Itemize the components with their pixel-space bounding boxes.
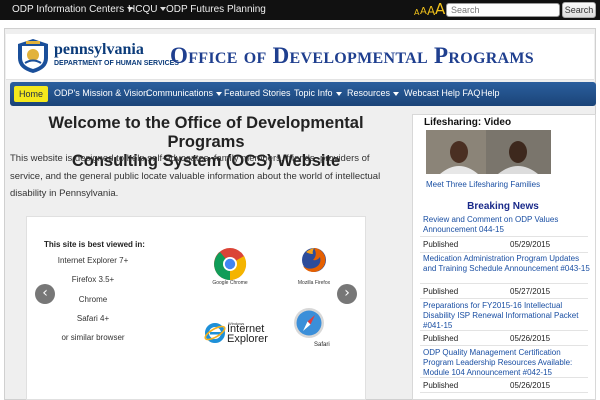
nav-label: Resources	[347, 88, 391, 98]
nav-help[interactable]: Help	[481, 82, 500, 106]
pa-logo-name: pennsylvania	[54, 41, 144, 58]
breaking-news-heading: Breaking News	[467, 201, 539, 212]
lifesharing-title: Lifesharing: Video	[424, 117, 512, 128]
news-divider	[420, 377, 588, 378]
search-input[interactable]: Search	[446, 3, 560, 17]
safari-icon	[294, 308, 324, 338]
safari-logo-label: Safari	[314, 342, 330, 348]
browser-list-item: Safari 4+	[76, 314, 110, 323]
nav-label: Topic Info	[294, 88, 333, 98]
nav-mission-vision[interactable]: ODP's Mission & Vision	[54, 82, 148, 106]
caret-down-icon	[393, 91, 400, 96]
chevron-right-icon[interactable]: ›	[337, 284, 357, 304]
font-size-small-button[interactable]: A	[420, 7, 427, 27]
news-date: 05/27/2015	[510, 287, 551, 296]
topbar-link-hcqu[interactable]: HCQU	[128, 0, 167, 20]
chrome-icon	[214, 248, 247, 281]
news-link[interactable]: Review and Comment on ODP Values Announc…	[423, 215, 591, 235]
seal-icon	[18, 39, 48, 73]
font-size-medium-button[interactable]: A	[427, 5, 435, 25]
news-published-label: Published	[423, 381, 459, 390]
firefox-logo-label: Mozilla Firefox	[297, 280, 331, 286]
ie-logo-line2: Explorer	[227, 333, 268, 345]
news-date: 05/26/2015	[510, 381, 551, 390]
topbar-link-label: ODP Information Centers	[12, 4, 125, 15]
topbar-link-label: ODP Futures Planning	[166, 4, 266, 15]
news-published-label: Published	[423, 334, 459, 343]
site-title: Office of Developmental Programs	[170, 43, 535, 68]
slider-heading: This site is best viewed in:	[44, 240, 145, 249]
chevron-left-icon[interactable]: ‹	[35, 284, 55, 304]
lifesharing-video[interactable]	[426, 130, 551, 174]
nav-featured-stories[interactable]: Featured Stories	[224, 82, 291, 106]
top-utility-bar: ODP Information Centers HCQU ODP Futures…	[0, 0, 600, 20]
news-link[interactable]: ODP Quality Management Certification Pro…	[423, 348, 591, 378]
caret-down-icon	[335, 91, 342, 96]
topbar-link-odp-information-centers[interactable]: ODP Information Centers	[12, 0, 134, 20]
news-divider	[420, 330, 588, 331]
lifesharing-link[interactable]: Meet Three Lifesharing Families	[426, 180, 540, 189]
news-date: 05/26/2015	[510, 334, 551, 343]
browser-list-item: or similar browser	[61, 333, 125, 342]
browser-list-item: Internet Explorer 7+	[57, 256, 129, 265]
caret-down-icon	[216, 91, 223, 96]
font-size-large-button[interactable]: A	[435, 2, 445, 22]
topbar-link-label: HCQU	[128, 4, 158, 15]
news-divider	[420, 392, 588, 393]
site-header: pennsylvania DEPARTMENT OF HUMAN SERVICE…	[6, 34, 594, 80]
main-nav: Home ODP's Mission & Vision Communicatio…	[10, 82, 596, 106]
intro-paragraph: This website is designed to help self-ad…	[10, 153, 381, 199]
news-divider	[420, 283, 588, 284]
font-size-smallest-button[interactable]: A	[414, 9, 419, 29]
news-link[interactable]: Medication Administration Program Update…	[423, 254, 591, 274]
search-button[interactable]: Search	[562, 2, 596, 18]
topbar-link-odp-futures-planning[interactable]: ODP Futures Planning	[166, 0, 266, 20]
nav-webcast-help-faq[interactable]: Webcast Help FAQ	[404, 82, 480, 106]
news-divider	[420, 298, 588, 299]
pa-dhs-logo[interactable]: pennsylvania DEPARTMENT OF HUMAN SERVICE…	[14, 38, 179, 76]
news-divider	[420, 345, 588, 346]
nav-home[interactable]: Home	[14, 86, 49, 102]
nav-resources[interactable]: Resources	[347, 82, 400, 106]
news-published-label: Published	[423, 287, 459, 296]
chrome-logo-label: Google Chrome	[212, 280, 248, 286]
news-date: 05/29/2015	[510, 240, 551, 249]
nav-label: Communications	[146, 88, 214, 98]
news-published-label: Published	[423, 240, 459, 249]
firefox-icon	[302, 248, 326, 272]
news-divider	[420, 236, 588, 237]
ie-icon	[204, 323, 226, 343]
pa-logo-department: DEPARTMENT OF HUMAN SERVICES	[54, 60, 179, 67]
browser-list-item: Firefox 3.5+	[71, 275, 115, 284]
news-divider	[420, 252, 588, 253]
news-link[interactable]: Preparations for FY2015-16 Intellectual …	[423, 301, 591, 331]
nav-topic-info[interactable]: Topic Info	[294, 82, 342, 106]
page-title-line1: Welcome to the Office of Developmental P…	[48, 114, 364, 151]
nav-communications[interactable]: Communications	[146, 82, 223, 106]
video-thumbnail	[426, 130, 551, 174]
